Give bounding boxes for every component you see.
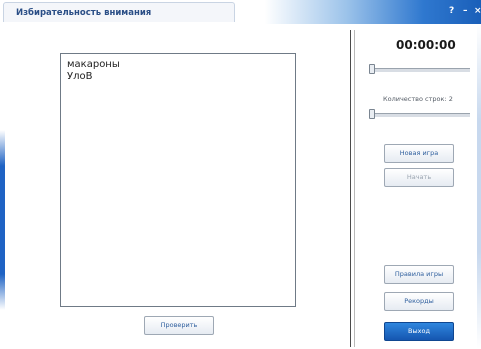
check-button[interactable]: Проверить <box>144 316 214 335</box>
rows-slider-thumb[interactable] <box>369 109 375 119</box>
help-button[interactable]: ? <box>449 5 454 17</box>
exit-button[interactable]: Выход <box>384 322 454 341</box>
word-list-box[interactable]: макароны УлоВ <box>60 53 296 307</box>
app-window: Избирательность внимания ? – × макароны … <box>0 0 481 349</box>
panel-divider-shadow <box>354 30 355 347</box>
rules-button[interactable]: Правила игры <box>384 265 454 284</box>
window-title: Избирательность внимания <box>16 8 152 18</box>
timer-slider-thumb[interactable] <box>369 64 375 74</box>
rows-slider-track[interactable] <box>369 113 470 117</box>
title-tab: Избирательность внимания <box>3 2 235 22</box>
left-accent-strip <box>0 130 5 310</box>
minimize-button[interactable]: – <box>463 5 468 17</box>
start-button[interactable]: Начать <box>384 168 454 187</box>
right-accent-edge <box>477 24 481 349</box>
timer-slider-track[interactable] <box>369 68 470 72</box>
records-button[interactable]: Рекорды <box>384 292 454 311</box>
word-list-item[interactable]: УлоВ <box>67 71 92 82</box>
word-list-item[interactable]: макароны <box>67 59 120 70</box>
panel-divider <box>350 30 351 347</box>
timer-display: 00:00:00 <box>396 38 456 52</box>
close-button[interactable]: × <box>474 5 481 17</box>
new-game-button[interactable]: Новая игра <box>384 144 454 163</box>
title-bar: Избирательность внимания ? – × <box>0 0 481 24</box>
rows-count-label: Количество строк: 2 <box>383 95 453 103</box>
